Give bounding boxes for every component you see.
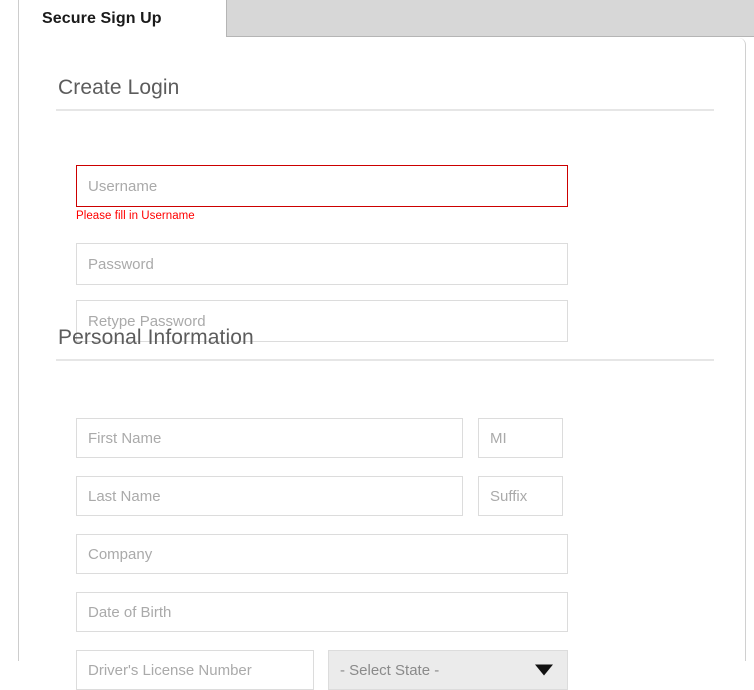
last-name-input[interactable] — [76, 476, 463, 516]
chevron-down-icon[interactable] — [535, 664, 553, 676]
tab-secure-sign-up[interactable]: Secure Sign Up — [20, 0, 226, 38]
state-select-box[interactable]: - Select State - — [328, 650, 568, 690]
tab-secure-sign-up-label: Secure Sign Up — [42, 10, 162, 27]
username-input[interactable] — [76, 165, 568, 207]
first-name-input[interactable] — [76, 418, 463, 458]
drivers-license-number-input[interactable] — [76, 650, 314, 690]
password-input[interactable] — [76, 243, 568, 285]
page-left-gutter — [0, 0, 19, 661]
username-error-message: Please fill in Username — [76, 210, 195, 222]
section-heading-personal-information: Personal Information — [56, 326, 714, 361]
suffix-input[interactable] — [478, 476, 563, 516]
signup-page: Secure Sign Up Create Login Please fill … — [0, 0, 754, 690]
state-select[interactable]: - Select State - — [328, 650, 568, 690]
tab-strip-empty-area — [226, 0, 754, 37]
company-input[interactable] — [76, 534, 568, 574]
signup-form-panel: Create Login Please fill in Username Per… — [20, 38, 746, 690]
section-heading-create-login: Create Login — [56, 76, 714, 111]
state-select-value: - Select State - — [340, 661, 440, 679]
mi-input[interactable] — [478, 418, 563, 458]
date-of-birth-input[interactable] — [76, 592, 568, 632]
tab-strip: Secure Sign Up — [20, 0, 754, 38]
